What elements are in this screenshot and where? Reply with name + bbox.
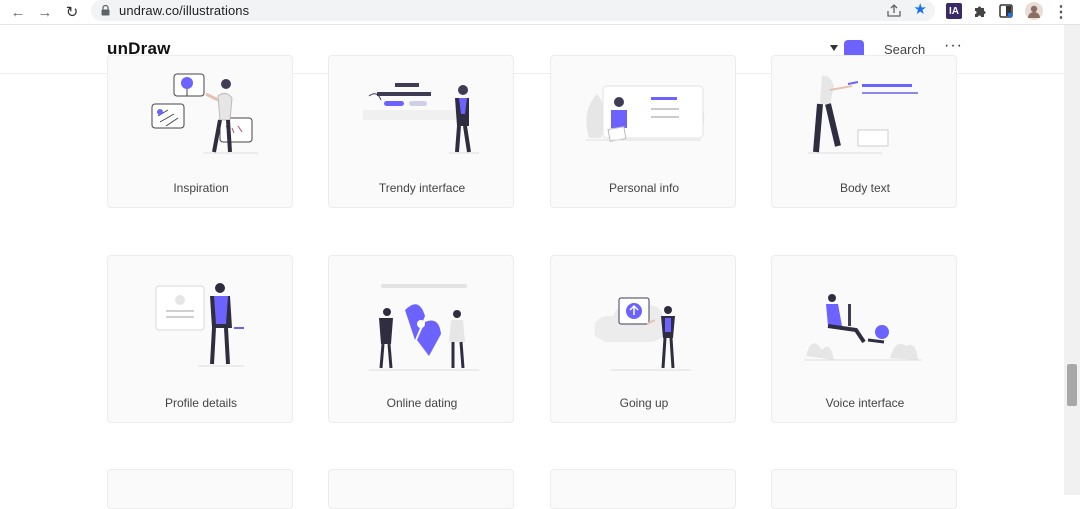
illustration-title: Online dating	[386, 396, 458, 410]
url-text: undraw.co/illustrations	[119, 3, 250, 18]
side-panel-icon[interactable]	[998, 3, 1014, 19]
address-bar[interactable]: undraw.co/illustrations ★	[91, 0, 935, 21]
illustration-card-personal-info[interactable]: Personal info	[550, 55, 736, 208]
illustration-card-body-text[interactable]: Body text	[771, 55, 957, 208]
profile-avatar-icon[interactable]	[1025, 2, 1043, 20]
illustration-card-trendy-interface[interactable]: Trendy interface	[328, 55, 514, 208]
illustration-card-inspiration[interactable]: Inspiration	[107, 55, 293, 208]
illustration-card[interactable]	[107, 469, 293, 509]
profile-details-illustration	[155, 283, 244, 367]
browser-toolbar: ← → ↻ undraw.co/illustrations ★ IA ⋮	[0, 0, 1080, 25]
illustration-title: Profile details	[164, 396, 238, 410]
online-dating-illustration	[369, 284, 479, 371]
back-arrow-icon[interactable]: ←	[8, 2, 28, 22]
more-menu-icon[interactable]: ···	[944, 37, 963, 55]
forward-arrow-icon[interactable]: →	[35, 2, 55, 22]
illustration-card[interactable]	[328, 469, 514, 509]
illustration-card-voice-interface[interactable]: Voice interface	[771, 255, 957, 423]
illustration-card[interactable]	[771, 469, 957, 509]
reload-icon[interactable]: ↻	[62, 2, 82, 22]
illustration-title: Inspiration	[173, 181, 229, 195]
extension-ia-icon[interactable]: IA	[946, 3, 962, 19]
illustration-title: Trendy interface	[378, 181, 466, 195]
trendy-interface-illustration	[363, 83, 479, 154]
illustration-title: Voice interface	[825, 396, 905, 410]
illustration-card[interactable]	[550, 469, 736, 509]
illustration-title: Personal info	[608, 181, 680, 195]
extensions-puzzle-icon[interactable]	[972, 3, 988, 19]
illustration-title: Going up	[619, 396, 669, 410]
page-scrollbar-track[interactable]	[1064, 25, 1080, 495]
body-text-illustration	[808, 75, 918, 154]
color-picker-caret-icon[interactable]	[830, 45, 838, 51]
illustration-card-going-up[interactable]: Going up	[550, 255, 736, 423]
inspiration-illustration	[151, 73, 258, 154]
lock-icon	[101, 5, 110, 16]
going-up-illustration	[594, 297, 691, 371]
browser-menu-icon[interactable]: ⋮	[1053, 2, 1069, 22]
voice-interface-illustration	[804, 294, 922, 361]
bookmark-star-icon[interactable]: ★	[914, 2, 927, 17]
illustration-card-online-dating[interactable]: Online dating	[328, 255, 514, 423]
illustration-card-profile-details[interactable]: Profile details	[107, 255, 293, 423]
personal-info-illustration	[586, 85, 705, 142]
illustration-title: Body text	[839, 181, 891, 195]
page-scrollbar-thumb[interactable]	[1067, 364, 1077, 406]
share-icon[interactable]	[887, 4, 901, 17]
